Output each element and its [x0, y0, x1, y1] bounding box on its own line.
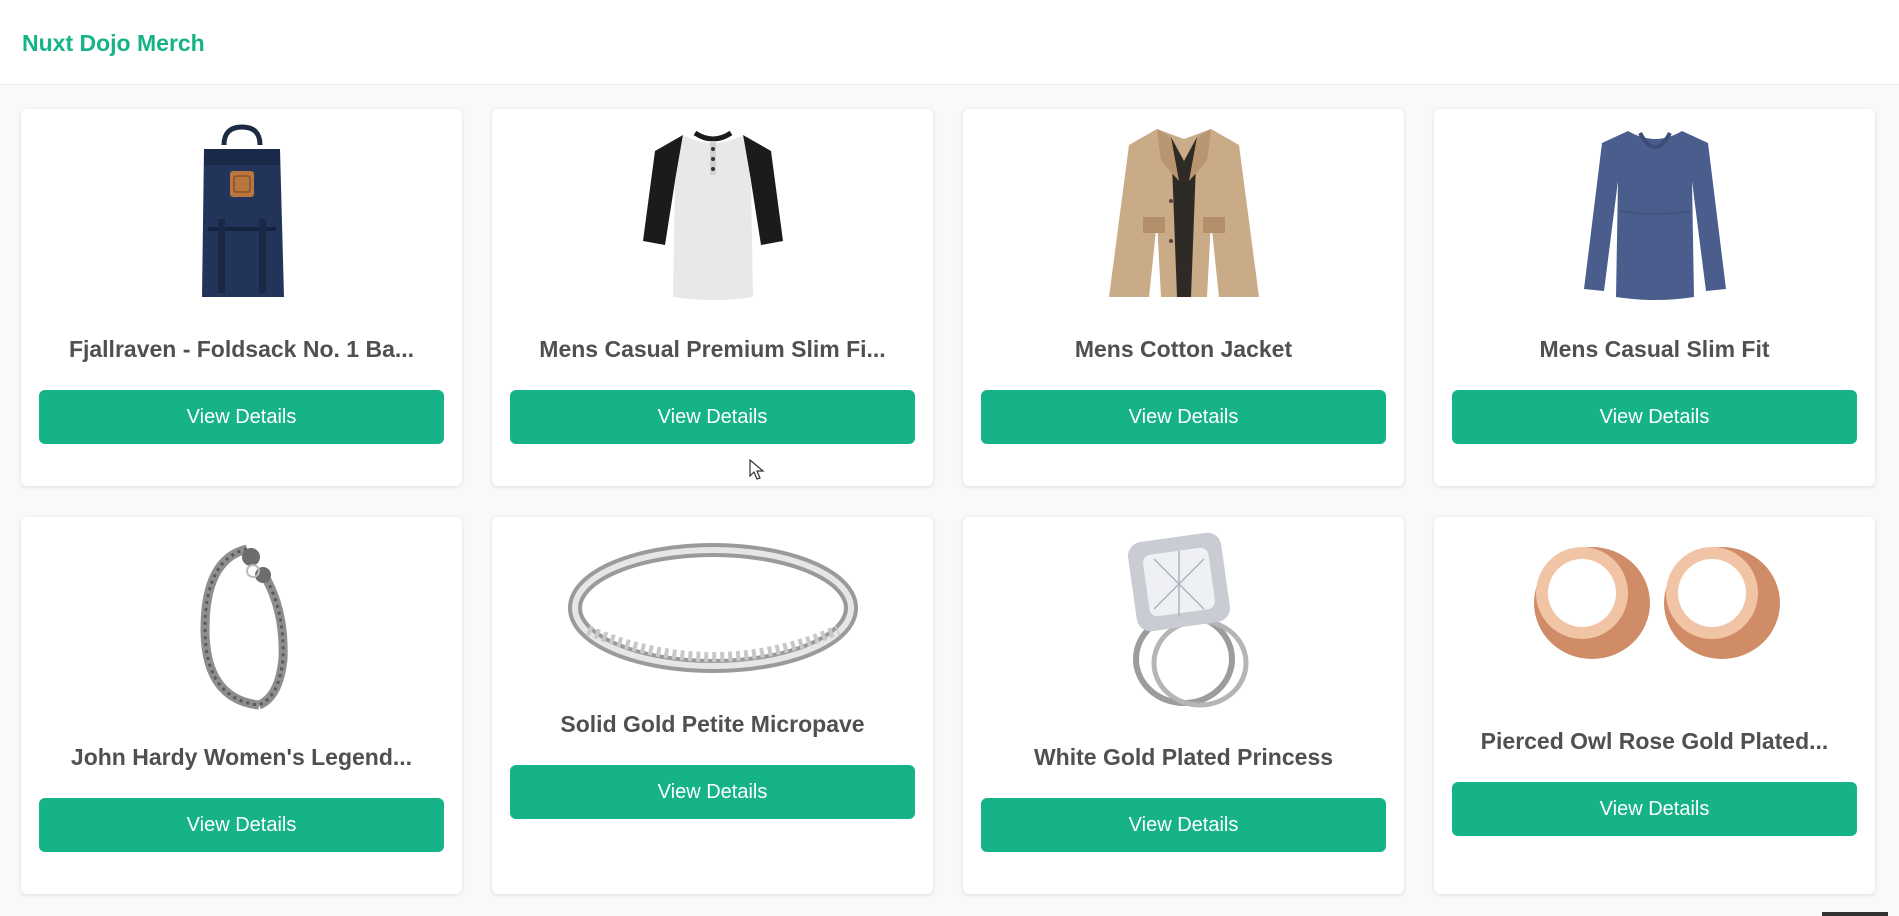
- view-details-button[interactable]: View Details: [510, 765, 915, 819]
- product-card: Mens Casual Slim Fit View Details: [1434, 109, 1875, 486]
- view-details-button[interactable]: View Details: [510, 390, 915, 444]
- backpack-image: [21, 121, 462, 303]
- cotton-jacket-image: [963, 121, 1404, 303]
- product-card: Mens Casual Premium Slim Fi... View Deta…: [492, 109, 933, 486]
- view-details-button[interactable]: View Details: [1452, 782, 1857, 836]
- view-details-button[interactable]: View Details: [981, 390, 1386, 444]
- product-card: John Hardy Women's Legend... View Detail…: [21, 517, 462, 894]
- product-grid: Fjallraven - Foldsack No. 1 Ba... View D…: [21, 109, 1877, 894]
- dragon-bracelet-image: [21, 529, 462, 711]
- view-details-button[interactable]: View Details: [39, 390, 444, 444]
- product-card: Pierced Owl Rose Gold Plated... View Det…: [1434, 517, 1875, 894]
- product-card: Solid Gold Petite Micropave View Details: [492, 517, 933, 894]
- product-title: Mens Casual Slim Fit: [1539, 336, 1770, 362]
- product-title: Fjallraven - Foldsack No. 1 Ba...: [68, 336, 415, 362]
- view-details-button[interactable]: View Details: [39, 798, 444, 852]
- view-details-button[interactable]: View Details: [1452, 390, 1857, 444]
- product-card: Fjallraven - Foldsack No. 1 Ba... View D…: [21, 109, 462, 486]
- product-card: Mens Cotton Jacket View Details: [963, 109, 1404, 486]
- product-title: Mens Casual Premium Slim Fi...: [539, 336, 886, 362]
- top-navbar: Nuxt Dojo Merch: [0, 0, 1899, 85]
- product-title: White Gold Plated Princess: [1033, 744, 1334, 770]
- rose-gold-tunnels-image: [1434, 529, 1875, 699]
- product-card: White Gold Plated Princess View Details: [963, 517, 1404, 894]
- princess-ring-image: [963, 529, 1404, 711]
- product-title: Solid Gold Petite Micropave: [560, 711, 865, 737]
- brand-link[interactable]: Nuxt Dojo Merch: [22, 30, 205, 57]
- scrollbar-thumb[interactable]: [1822, 912, 1888, 916]
- raglan-tshirt-image: [492, 121, 933, 303]
- view-details-button[interactable]: View Details: [981, 798, 1386, 852]
- long-sleeve-shirt-image: [1434, 121, 1875, 303]
- micropave-ring-image: [492, 529, 933, 689]
- product-title: John Hardy Women's Legend...: [70, 744, 413, 770]
- product-title: Mens Cotton Jacket: [1074, 336, 1293, 362]
- mouse-cursor-icon: [749, 459, 765, 480]
- product-title: Pierced Owl Rose Gold Plated...: [1480, 728, 1829, 754]
